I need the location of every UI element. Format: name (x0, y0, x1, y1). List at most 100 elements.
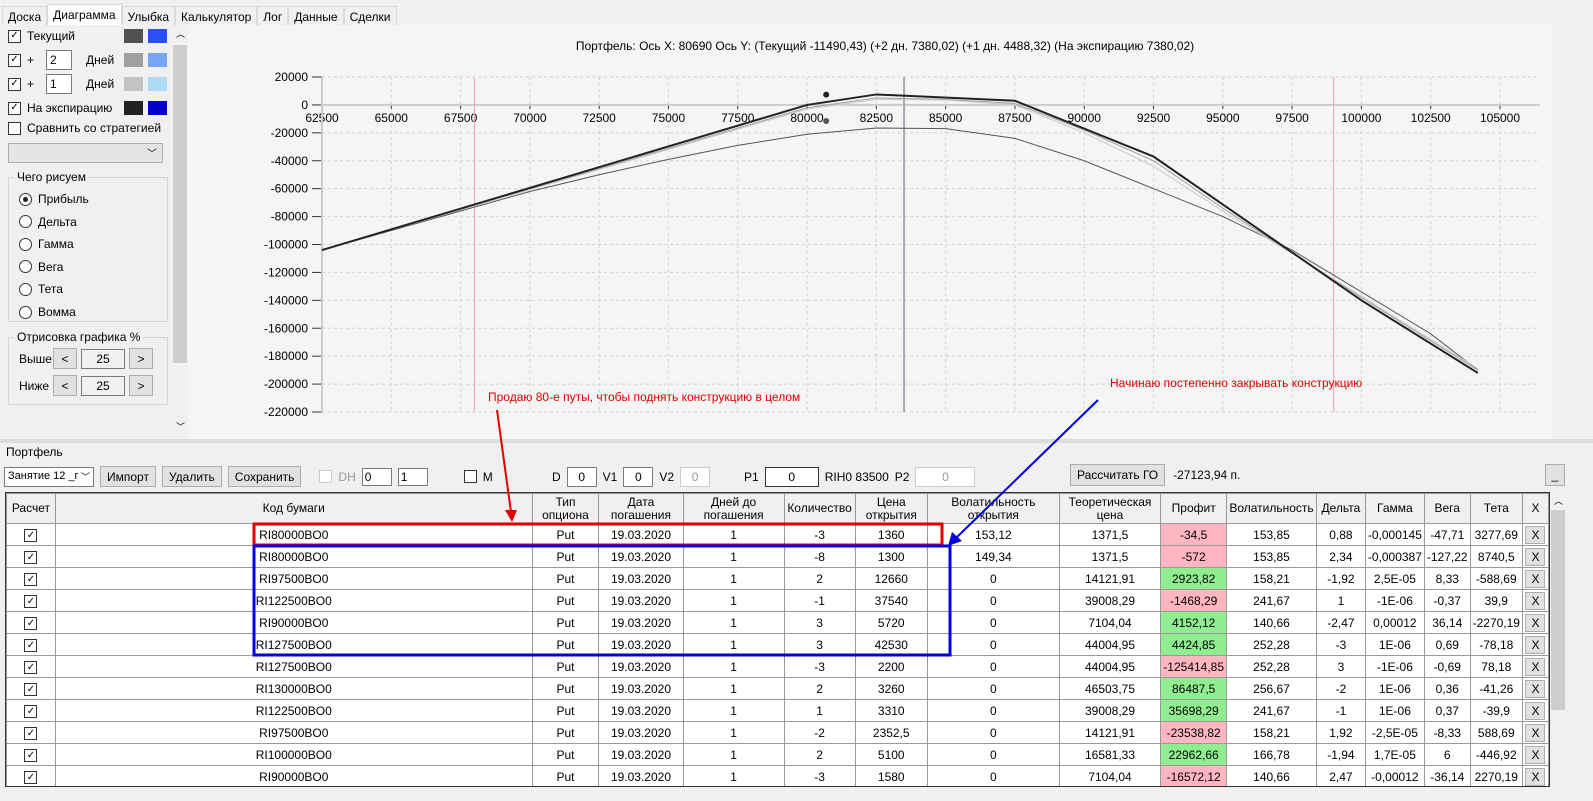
portfolio-select[interactable]: Занятие 12 _г ﹀ (4, 466, 94, 487)
above-decrease-button[interactable]: < (53, 348, 77, 369)
color-swatch[interactable] (148, 53, 167, 67)
delete-cell[interactable]: X (1521, 567, 1549, 590)
calc-checkbox-cell[interactable]: ✓ (6, 611, 56, 634)
checkbox[interactable]: ✓ (8, 29, 21, 43)
calc-checkbox-cell[interactable]: ✓ (6, 633, 56, 656)
minimize-button[interactable]: _ (1545, 464, 1565, 486)
tab-2[interactable]: Улыбка (121, 6, 176, 25)
column-header[interactable]: Расчет (6, 493, 56, 524)
p1-input[interactable]: 0 (764, 466, 819, 487)
radio-button[interactable] (19, 282, 32, 296)
table-row[interactable]: ✓ RI80000BO0 Put 19.03.2020 1 -8 1300 149,34 137… (6, 545, 1549, 568)
dh-checkbox[interactable] (319, 470, 333, 483)
column-header[interactable]: Цена открытия (854, 493, 929, 524)
calc-checkbox-cell[interactable]: ✓ (6, 743, 56, 766)
delete-cell[interactable]: X (1521, 523, 1549, 546)
radio-4[interactable]: Тета (19, 282, 63, 296)
delete-row-button[interactable]: X (1525, 679, 1546, 698)
below-decrease-button[interactable]: < (53, 375, 77, 396)
column-header[interactable]: X (1521, 493, 1549, 524)
below-increase-button[interactable]: > (129, 375, 153, 396)
calc-checkbox[interactable]: ✓ (24, 551, 38, 565)
radio-button[interactable] (19, 305, 32, 319)
p2-input[interactable]: 0 (915, 466, 976, 487)
import-button[interactable]: Импорт (100, 466, 156, 487)
calc-checkbox-cell[interactable]: ✓ (6, 677, 56, 700)
table-row[interactable]: ✓ RI97500BO0 Put 19.03.2020 1 2 12660 0 14121,91… (6, 567, 1549, 590)
calc-checkbox[interactable]: ✓ (24, 771, 38, 785)
delete-cell[interactable]: X (1521, 765, 1549, 786)
m-checkbox[interactable] (463, 470, 477, 483)
calc-checkbox-cell[interactable]: ✓ (6, 589, 56, 612)
scrollbar-thumb[interactable] (1551, 510, 1565, 710)
tab-4[interactable]: Лог (257, 6, 289, 25)
above-value[interactable]: 25 (81, 348, 125, 369)
table-row[interactable]: ✓ RI122500BO0 Put 19.03.2020 1 1 3310 0 39008,29… (6, 699, 1549, 722)
column-header[interactable]: Волатильность открытия (927, 493, 1060, 524)
table-row[interactable]: ✓ RI97500BO0 Put 19.03.2020 1 -2 2352,5 0 14121,… (6, 721, 1549, 744)
color-swatch[interactable] (124, 53, 143, 67)
save-button[interactable]: Сохранить (227, 466, 302, 487)
table-row[interactable]: ✓ RI127500BO0 Put 19.03.2020 1 3 42530 0 44004,9… (6, 633, 1549, 656)
column-header[interactable]: Тип опциона (531, 493, 600, 524)
delete-cell[interactable]: X (1521, 655, 1549, 678)
calc-checkbox-cell[interactable]: ✓ (6, 523, 56, 546)
spin-input-1[interactable]: 0 (361, 467, 392, 486)
spin-input-2[interactable]: 1 (397, 467, 428, 486)
color-swatch[interactable] (148, 29, 167, 43)
delete-cell[interactable]: X (1521, 545, 1549, 568)
table-row[interactable]: ✓ RI130000BO0 Put 19.03.2020 1 2 3260 0 46503,75… (6, 677, 1549, 700)
column-header[interactable]: Волатильность (1226, 493, 1317, 524)
color-swatch[interactable] (148, 101, 167, 115)
column-header[interactable]: Дней до погашения (682, 493, 785, 524)
tab-1[interactable]: Диаграмма (47, 4, 122, 25)
column-header[interactable]: Профит (1160, 493, 1228, 524)
delete-row-button[interactable]: X (1525, 701, 1546, 720)
compare-strategy-checkbox[interactable]: Сравнить со стратегией (8, 121, 161, 135)
table-row[interactable]: ✓ RI122500BO0 Put 19.03.2020 1 -1 37540 0 39008,… (6, 589, 1549, 612)
d-input[interactable]: 0 (566, 466, 597, 487)
color-swatch[interactable] (148, 77, 167, 91)
delete-cell[interactable]: X (1521, 633, 1549, 656)
checkbox[interactable] (8, 121, 21, 135)
radio-2[interactable]: Гамма (19, 237, 74, 251)
delete-row-button[interactable]: X (1525, 613, 1546, 632)
column-header[interactable]: Дельта (1316, 493, 1366, 524)
delete-row-button[interactable]: X (1525, 767, 1546, 786)
column-header[interactable]: Вега (1423, 493, 1471, 524)
column-header[interactable]: Код бумаги (54, 493, 533, 524)
delete-row-button[interactable]: X (1525, 569, 1546, 588)
delete-row-button[interactable]: X (1525, 525, 1546, 544)
radio-button[interactable] (19, 237, 32, 251)
v1-input[interactable]: 0 (623, 466, 654, 487)
color-swatch[interactable] (124, 29, 143, 43)
calc-checkbox[interactable]: ✓ (24, 595, 38, 609)
column-header[interactable]: Тета (1469, 493, 1523, 524)
calc-checkbox[interactable]: ✓ (24, 617, 38, 631)
strategy-select[interactable]: ﹀ (8, 143, 163, 163)
table-row[interactable]: ✓ RI90000BO0 Put 19.03.2020 1 3 5720 0 7104,04 41… (6, 611, 1549, 634)
calc-checkbox-cell[interactable]: ✓ (6, 765, 56, 786)
column-header[interactable]: Гамма (1364, 493, 1425, 524)
above-increase-button[interactable]: > (129, 348, 153, 369)
delete-cell[interactable]: X (1521, 589, 1549, 612)
calc-checkbox-cell[interactable]: ✓ (6, 699, 56, 722)
radio-1[interactable]: Дельта (19, 215, 77, 229)
column-header[interactable]: Количество (783, 493, 856, 524)
calc-checkbox[interactable]: ✓ (24, 683, 38, 697)
delete-cell[interactable]: X (1521, 611, 1549, 634)
delete-cell[interactable]: X (1521, 677, 1549, 700)
chevron-up-icon[interactable]: ︿ (1554, 494, 1563, 507)
calc-checkbox-cell[interactable]: ✓ (6, 721, 56, 744)
calc-checkbox[interactable]: ✓ (24, 573, 38, 587)
splitter[interactable] (0, 439, 1593, 443)
table-row[interactable]: ✓ RI127500BO0 Put 19.03.2020 1 -3 2200 0 44004,9… (6, 655, 1549, 678)
color-swatch[interactable] (124, 101, 143, 115)
delete-row-button[interactable]: X (1525, 547, 1546, 566)
tab-5[interactable]: Данные (288, 6, 344, 25)
days-input[interactable]: 1 (46, 74, 73, 94)
delete-row-button[interactable]: X (1525, 591, 1546, 610)
calc-checkbox[interactable]: ✓ (24, 705, 38, 719)
delete-row-button[interactable]: X (1525, 723, 1546, 742)
chevron-down-icon[interactable]: ﹀ (176, 420, 185, 433)
